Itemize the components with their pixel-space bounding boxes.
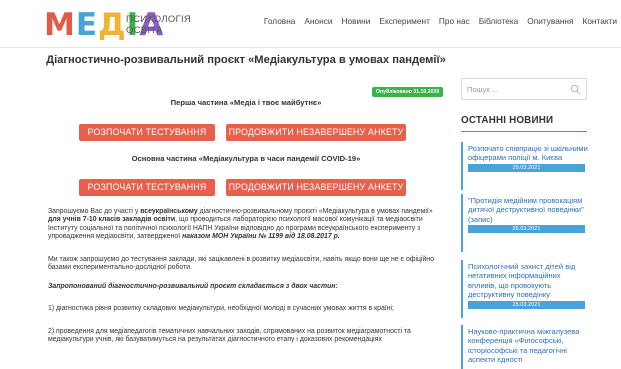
news-post: Психологічний захист дітей від негативни… [468, 262, 588, 309]
p1-f: наказом МОН України № 1199 від 18.08.201… [182, 233, 340, 241]
news-post-date: 29.03.2021 [468, 163, 585, 172]
search-icon[interactable] [570, 84, 581, 95]
post-accent-bar [461, 142, 463, 190]
news-post: Розпочато співпрацю зі шкільними офіцера… [468, 144, 588, 172]
part-two-description: 2) проведення для медіапедагогів тематич… [48, 328, 411, 344]
news-post-date: 25.03.2021 [468, 300, 585, 309]
news-post-title[interactable]: Психологічний захист дітей від негативни… [468, 262, 588, 300]
post-accent-bar [461, 194, 463, 252]
logo-subtitle: ПСИХОЛОГІЯ ОСВІТА [126, 14, 191, 36]
p1-c: діагностично-розвивальному проєкті «Меді… [197, 208, 433, 215]
p1-a: Запрошуємо Вас до участі у [48, 208, 141, 215]
nav-item-about[interactable]: Про нас [439, 16, 470, 26]
nav-item-experiment[interactable]: Експеримент [379, 16, 429, 26]
nav-item-announcements[interactable]: Анонси [304, 16, 332, 26]
page-title: Діагностично-розвивальний проєкт «Медіак… [46, 54, 446, 66]
published-badge: Опубліковано 31.10.2020 [372, 87, 444, 97]
part-one-description: 1) діагностика рівня розвитку складових … [48, 305, 394, 312]
part2-title: Основна частина «Медіакультура в часи па… [131, 154, 361, 163]
invitation-paragraph: Запрошуємо Вас до участі у всеукраїнсько… [48, 208, 446, 242]
schools-paragraph: Ми також запрошуємо до тестування заклад… [48, 256, 434, 272]
nav-item-library[interactable]: Бібліотека [479, 16, 519, 26]
project-parts-heading: Запропонований діагностично-розвивальний… [48, 283, 338, 290]
search-input[interactable]: Пошук ... [461, 78, 587, 100]
main-nav: Головна Анонси Новини Експеримент Про на… [264, 16, 617, 26]
continue-survey-button-1[interactable]: ПРОДОВЖИТИ НЕЗАВЕРШЕНУ АНКЕТУ [226, 124, 406, 141]
p1-d: для учнів 7-10 класів закладів освіти [48, 216, 176, 224]
continue-survey-button-2[interactable]: ПРОДОВЖИТИ НЕЗАВЕРШЕНУ АНКЕТУ [226, 179, 406, 196]
news-post: Науково-практична міжгалузева конференці… [468, 327, 588, 365]
start-test-button-2[interactable]: РОЗПОЧАТИ ТЕСТУВАННЯ [79, 179, 215, 196]
logo-line-1: ПСИХОЛОГІЯ [126, 14, 192, 25]
widget-title-underline [461, 131, 587, 132]
start-test-button-1[interactable]: РОЗПОЧАТИ ТЕСТУВАННЯ [79, 124, 215, 141]
site-header: МЕДІА ПСИХОЛОГІЯ ОСВІТА Головна Анонси Н… [0, 0, 621, 48]
news-post: "Протидія медійним провокаціям дитячої д… [468, 196, 588, 234]
latest-news-title: ОСТАННІ НОВИНИ [461, 115, 554, 126]
nav-item-surveys[interactable]: Опитування [527, 16, 573, 26]
nav-item-news[interactable]: Новини [342, 16, 371, 26]
nav-item-home[interactable]: Головна [264, 16, 296, 26]
nav-item-contacts[interactable]: Контакти [582, 16, 617, 26]
search-placeholder: Пошук ... [467, 85, 498, 94]
logo-line-2: ОСВІТА [126, 25, 163, 36]
news-post-title[interactable]: Розпочато співпрацю зі шкільними офіцера… [468, 144, 588, 163]
news-post-date: 26.03.2021 [468, 225, 585, 234]
post-accent-bar [461, 260, 463, 318]
post-accent-bar [461, 325, 463, 369]
site-logo[interactable]: МЕДІА ПСИХОЛОГІЯ ОСВІТА [44, 6, 204, 44]
part1-title: Перша частина «Медіа і твоє майбутнє» [170, 98, 322, 107]
news-post-title[interactable]: Науково-практична міжгалузева конференці… [468, 327, 588, 365]
sidebar: Пошук ... ОСТАННІ НОВИНИ Розпочато співп… [457, 50, 621, 369]
main-content: Діагностично-розвивальний проєкт «Медіак… [45, 50, 447, 369]
news-post-title[interactable]: "Протидія медійним провокаціям дитячої д… [468, 196, 588, 224]
p1-b: всеукраїнському [140, 208, 198, 215]
